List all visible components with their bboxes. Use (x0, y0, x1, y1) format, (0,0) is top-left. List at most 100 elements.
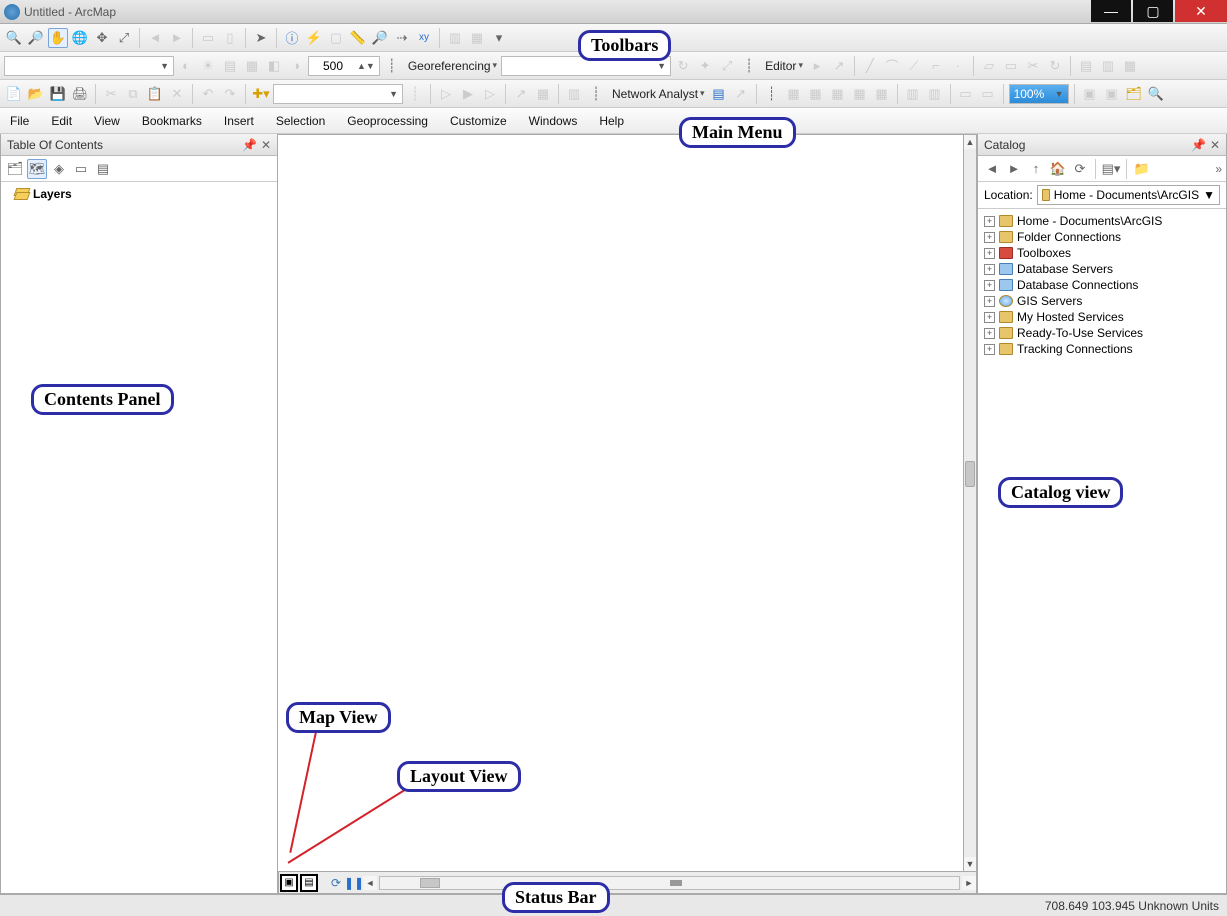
menu-help[interactable]: Help (595, 111, 628, 131)
solve-icon[interactable]: ▥ (564, 84, 584, 104)
grid5-icon[interactable]: ▦ (872, 84, 892, 104)
redo-icon[interactable]: ↷ (220, 84, 240, 104)
list-visibility-icon[interactable]: ◈ (49, 159, 69, 179)
map-canvas[interactable] (278, 134, 963, 872)
toolbar-handle-icon[interactable]: ┊ (762, 84, 782, 104)
pin-icon[interactable]: 📌 (242, 138, 257, 152)
find-route-icon[interactable]: ⇢ (392, 28, 412, 48)
close-icon[interactable]: ✕ (261, 138, 271, 152)
tree-label[interactable]: Folder Connections (1017, 230, 1121, 244)
rotate-icon[interactable]: ↻ (673, 56, 693, 76)
hyperlink-icon[interactable]: ⚡ (304, 28, 324, 48)
print-icon[interactable]: 🖨 (70, 84, 90, 104)
find-icon[interactable]: 🔎 (370, 28, 390, 48)
reshape-icon[interactable]: ▭ (1001, 56, 1021, 76)
flicker-rate[interactable]: 500▲▼ (308, 56, 380, 76)
toggle-icon[interactable]: ⟳ (1070, 159, 1090, 179)
layout-zoom[interactable]: 100%▼ (1009, 84, 1069, 104)
home-icon[interactable]: 🏠 (1048, 159, 1068, 179)
pin-icon[interactable]: 📌 (1191, 138, 1206, 152)
scale-tool-icon[interactable]: ⤢ (717, 56, 737, 76)
connect-folder-icon[interactable]: 📁 (1132, 159, 1152, 179)
delete-icon[interactable]: ✕ (167, 84, 187, 104)
forward-icon[interactable]: ► (167, 28, 187, 48)
html-popup-icon[interactable]: ▢ (326, 28, 346, 48)
menu-view[interactable]: View (90, 111, 124, 131)
editor-dropdown[interactable]: Editor▾ (761, 59, 805, 73)
menu-insert[interactable]: Insert (220, 111, 258, 131)
pause-icon[interactable]: ❚❚ (345, 874, 363, 892)
measure-icon[interactable]: 📏 (348, 28, 368, 48)
scroll-thumb[interactable] (965, 461, 975, 487)
add-data-icon[interactable]: ✚▾ (251, 84, 271, 104)
grid1-icon[interactable]: ▦ (784, 84, 804, 104)
menu-windows[interactable]: Windows (525, 111, 582, 131)
scroll-down-icon[interactable]: ▼ (964, 857, 976, 871)
list-drawing-order-icon[interactable]: 🗂 (5, 159, 25, 179)
edit-vertices-icon[interactable]: ↗ (829, 56, 849, 76)
search-icon[interactable]: 🔍 (1146, 84, 1166, 104)
georeferencing-dropdown[interactable]: Georeferencing▾ (404, 59, 499, 73)
attributes-icon[interactable]: ▤ (1076, 56, 1096, 76)
tree-label[interactable]: Tracking Connections (1017, 342, 1133, 356)
lock-icon[interactable]: ┊ (405, 84, 425, 104)
menu-selection[interactable]: Selection (272, 111, 329, 131)
open-icon[interactable]: 📂 (26, 84, 46, 104)
save-icon[interactable]: 💾 (48, 84, 68, 104)
tree-label[interactable]: Ready-To-Use Services (1017, 326, 1143, 340)
scroll-up-icon[interactable]: ▲ (964, 135, 976, 149)
close-icon[interactable]: ✕ (1210, 138, 1220, 152)
minimize-button[interactable]: — (1091, 0, 1131, 22)
menu-geoprocessing[interactable]: Geoprocessing (343, 111, 432, 131)
data-view-button[interactable]: ▣ (280, 874, 298, 892)
trace-icon[interactable]: ⟋ (904, 56, 924, 76)
more-icon[interactable]: » (1215, 162, 1222, 176)
menu-file[interactable]: File (6, 111, 33, 131)
vertical-scrollbar[interactable]: ▲ ▼ (963, 134, 977, 872)
zoom-out-icon[interactable]: 🔎 (26, 28, 46, 48)
grid3-icon[interactable]: ▦ (828, 84, 848, 104)
georef-layer-dropdown[interactable]: ▼ (501, 56, 671, 76)
horizontal-scrollbar[interactable] (379, 876, 960, 890)
grid-icon[interactable]: ▦ (242, 56, 262, 76)
refresh-icon[interactable]: ⟳ (327, 874, 345, 892)
new-icon[interactable]: 📄 (4, 84, 24, 104)
forward-icon[interactable]: ► (1004, 159, 1024, 179)
tree-label[interactable]: Database Servers (1017, 262, 1113, 276)
matrix-icon[interactable]: ▦ (533, 84, 553, 104)
tree-label[interactable]: GIS Servers (1017, 294, 1082, 308)
maximize-button[interactable]: ▢ (1133, 0, 1173, 22)
align1-icon[interactable]: ▥ (903, 84, 923, 104)
layer-dropdown[interactable]: ▼ (4, 56, 174, 76)
shift-icon[interactable]: ✦ (695, 56, 715, 76)
na-create-icon[interactable]: ↗ (731, 84, 751, 104)
options-icon[interactable]: ▤ (93, 159, 113, 179)
contrast-icon[interactable]: ◐ (176, 56, 196, 76)
fixed-zoom-in-icon[interactable]: ✥ (92, 28, 112, 48)
rotate-feature-icon[interactable]: ↻ (1045, 56, 1065, 76)
edit-icon[interactable]: ▸ (807, 56, 827, 76)
path-icon[interactable]: ↗ (511, 84, 531, 104)
arc-icon[interactable]: ⌒ (882, 56, 902, 76)
list-source-icon[interactable]: 🗺 (27, 159, 47, 179)
fixed-zoom-out-icon[interactable]: ⤢ (114, 28, 134, 48)
brightness-icon[interactable]: ☀ (198, 56, 218, 76)
tree-label[interactable]: Home - Documents\ArcGIS (1017, 214, 1162, 228)
select-features-icon[interactable]: ▭ (198, 28, 218, 48)
clear-selection-icon[interactable]: ▯ (220, 28, 240, 48)
cut-poly-icon[interactable]: ▱ (979, 56, 999, 76)
list-selection-icon[interactable]: ▭ (71, 159, 91, 179)
close-button[interactable]: ✕ (1175, 0, 1227, 22)
pan-icon[interactable]: ✋ (48, 28, 68, 48)
network-analyst-dropdown[interactable]: Network Analyst▾ (608, 87, 707, 101)
toggle1-icon[interactable]: ▣ (1080, 84, 1100, 104)
align2-icon[interactable]: ▥ (925, 84, 945, 104)
toolbar-handle-icon[interactable]: ┊ (586, 84, 606, 104)
select-elements-icon[interactable]: ➤ (251, 28, 271, 48)
up-icon[interactable]: ↑ (1026, 159, 1046, 179)
dropdown-icon[interactable]: ▾ (489, 28, 509, 48)
midpoint-icon[interactable]: · (948, 56, 968, 76)
scroll-left-icon[interactable]: ◄ (363, 876, 377, 890)
tree-label[interactable]: Toolboxes (1017, 246, 1071, 260)
undo-icon[interactable]: ↶ (198, 84, 218, 104)
